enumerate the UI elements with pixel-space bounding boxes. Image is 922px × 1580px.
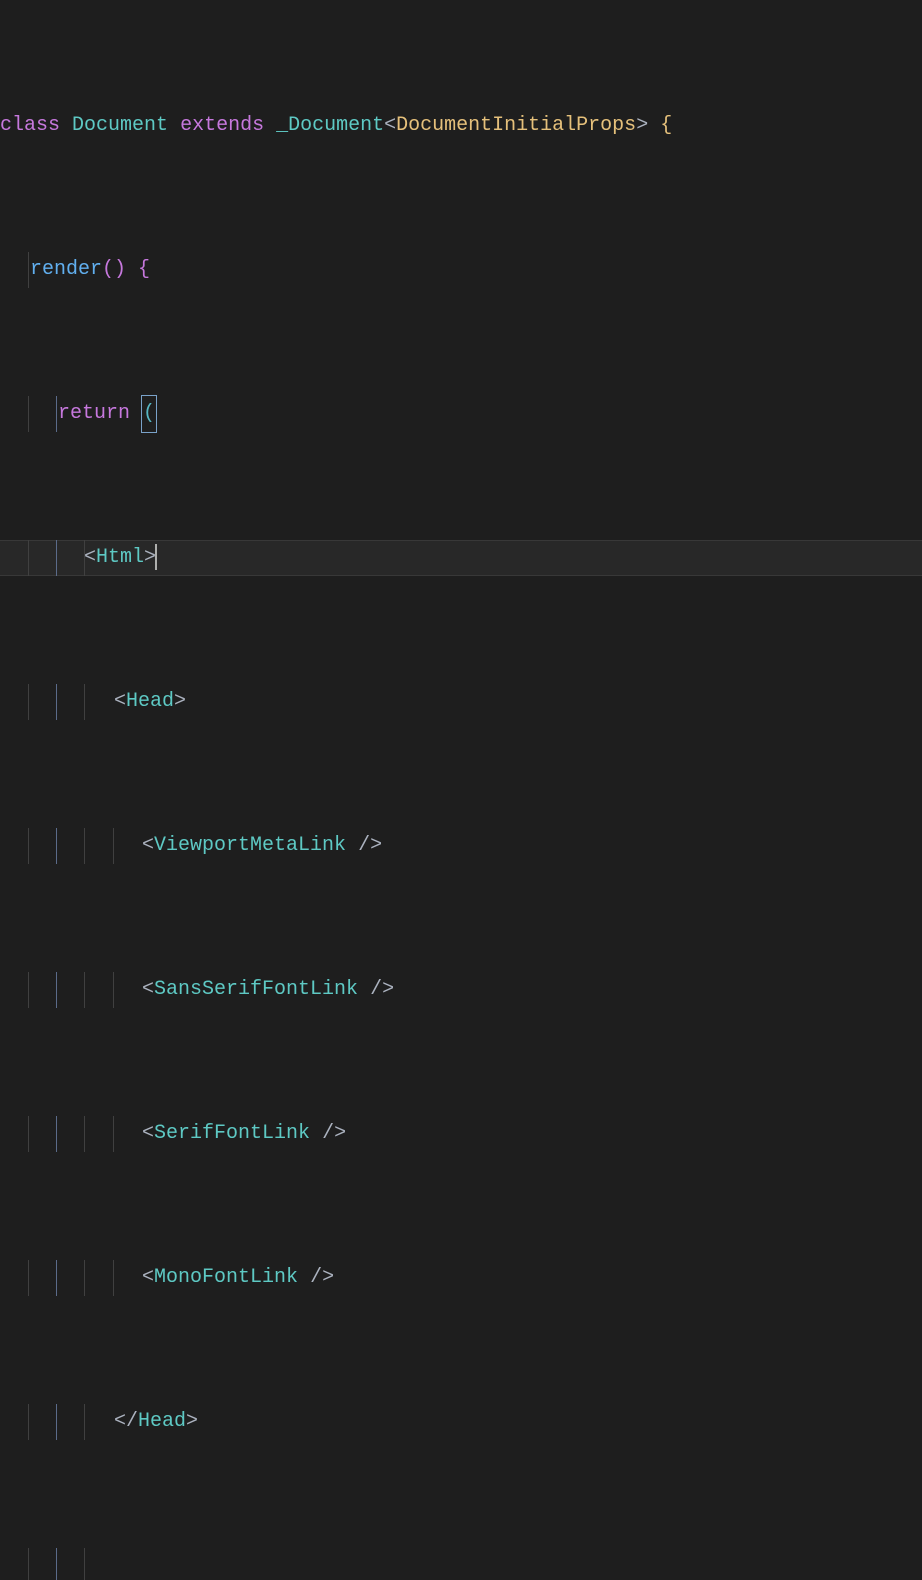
jsx-tag-head: Head — [126, 690, 174, 713]
code-line[interactable]: </Head> — [0, 1404, 922, 1440]
tag-bracket: > — [174, 690, 186, 713]
jsx-tag-component: SansSerifFontLink — [154, 978, 358, 1001]
code-line[interactable]: <SerifFontLink /> — [0, 1116, 922, 1152]
tag-self-close: /> — [370, 978, 394, 1001]
code-line[interactable]: <SansSerifFontLink /> — [0, 972, 922, 1008]
keyword-extends: extends — [180, 114, 264, 137]
code-line[interactable]: render() { — [0, 252, 922, 288]
tag-bracket: > — [186, 1410, 198, 1433]
code-line[interactable]: <MonoFontLink /> — [0, 1260, 922, 1296]
jsx-tag-component: ViewportMetaLink — [154, 834, 346, 857]
code-line[interactable]: <Head> — [0, 684, 922, 720]
tag-bracket: < — [142, 978, 154, 1001]
tag-bracket: < — [114, 690, 126, 713]
code-line-blank[interactable] — [0, 1548, 922, 1580]
code-line[interactable]: <ViewportMetaLink /> — [0, 828, 922, 864]
parent-class: _Document — [276, 114, 384, 137]
method-name: render — [30, 258, 102, 281]
code-editor[interactable]: class Document extends _Document<Documen… — [0, 0, 922, 1580]
keyword-class: class — [0, 114, 60, 137]
text-cursor — [155, 544, 157, 570]
jsx-tag-html: Html — [96, 546, 144, 569]
paren: () — [102, 258, 126, 281]
code-line-current[interactable]: <Html> — [0, 540, 922, 576]
code-line[interactable]: class Document extends _Document<Documen… — [0, 108, 922, 144]
tag-bracket: < — [84, 546, 96, 569]
code-line[interactable]: return ( — [0, 396, 922, 432]
angle-bracket: > — [636, 114, 648, 137]
tag-self-close: /> — [310, 1266, 334, 1289]
class-name: Document — [72, 114, 168, 137]
keyword-return: return — [58, 402, 130, 425]
tag-bracket: < — [142, 1266, 154, 1289]
tag-bracket: </ — [114, 1410, 138, 1433]
tag-self-close: /> — [358, 834, 382, 857]
tag-self-close: /> — [322, 1122, 346, 1145]
jsx-tag-component: MonoFontLink — [154, 1266, 298, 1289]
angle-bracket: < — [384, 114, 396, 137]
generic-type: DocumentInitialProps — [396, 114, 636, 137]
bracket-match-highlight: ( — [141, 395, 157, 433]
paren-open: ( — [143, 402, 155, 425]
jsx-tag-component: SerifFontLink — [154, 1122, 310, 1145]
tag-bracket: < — [142, 834, 154, 857]
tag-bracket: < — [142, 1122, 154, 1145]
brace-open: { — [138, 258, 150, 281]
jsx-tag-head-close: Head — [138, 1410, 186, 1433]
brace-open: { — [660, 114, 672, 137]
